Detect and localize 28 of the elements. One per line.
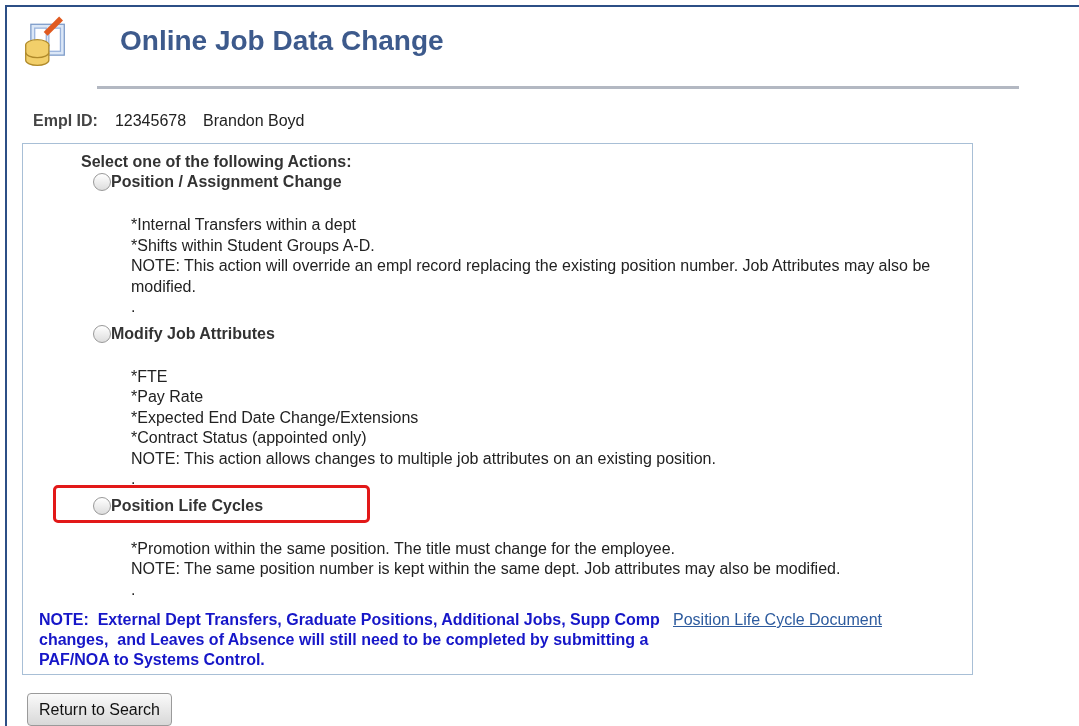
page-title: Online Job Data Change	[120, 27, 444, 55]
description-line: .	[131, 297, 137, 317]
description-line: *Promotion within the same position. The title must change for the employee.	[131, 538, 676, 559]
radio-option[interactable]: Position Life Cycles	[93, 495, 264, 516]
description-line: NOTE: This action allows changes to multiple job attributes on an existing position.	[131, 448, 717, 469]
description-line: *Contract Status (appointed only)	[131, 428, 368, 448]
description-line: *Internal Transfers within a dept	[131, 215, 357, 235]
description-line: NOTE: This action will override an empl record replacing the existing position number. Job Attributes may also be modified.	[131, 256, 932, 297]
radio-button[interactable]	[93, 496, 111, 515]
description-line: *Pay Rate	[131, 387, 205, 407]
description-line: *Shifts within Student Groups A-D.	[131, 235, 376, 256]
database-form-icon	[22, 14, 68, 68]
note-text: NOTE: External Dept Transfers, Graduate Positions, Additional Jobs, Supp Comp changes, and Leaves of Absence will still need to be completed by submitting a PAF/NOA to Systems Control.	[39, 610, 661, 670]
description-line: .	[131, 469, 137, 489]
description-line: .	[131, 579, 137, 600]
radio-option[interactable]: Position / Assignment Change	[93, 172, 342, 192]
radio-button[interactable]	[93, 324, 111, 343]
radio-button[interactable]	[93, 173, 111, 191]
document-link[interactable]: Position Life Cycle Document	[673, 610, 882, 630]
field-label: Empl ID:	[33, 111, 98, 131]
description-line: *Expected End Date Change/Extensions	[131, 407, 420, 428]
employee-id: 12345678	[114, 111, 187, 131]
radio-option[interactable]: Modify Job Attributes	[93, 323, 275, 344]
description-line: *FTE	[131, 366, 169, 387]
employee-name: Brandon Boyd	[203, 111, 305, 131]
return-button[interactable]: Return to Search	[27, 693, 172, 726]
description-line: NOTE: The same position number is kept within the same dept. Job attributes may also be modified.	[131, 559, 842, 579]
section-heading: Select one of the following Actions:	[81, 152, 353, 172]
